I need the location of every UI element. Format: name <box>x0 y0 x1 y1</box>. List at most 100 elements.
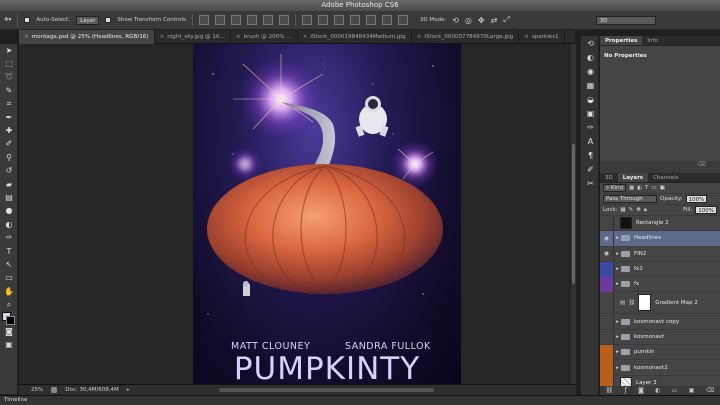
timeline-bar[interactable]: Timeline <box>0 395 720 405</box>
rotate-3d-icon[interactable]: ⟲ <box>452 16 459 25</box>
tab-properties[interactable]: Properties <box>600 36 643 45</box>
layer-row[interactable]: ▤ ⛓ Gradient Map 2 <box>600 291 720 315</box>
close-icon[interactable]: × <box>524 34 529 40</box>
layer-row[interactable]: ◉ ▸ Headlines <box>600 230 720 247</box>
gradient-tool-icon[interactable]: ▤ <box>0 191 18 204</box>
eye-icon[interactable]: ◉ <box>600 230 614 246</box>
delete-layer-icon[interactable]: ⌫ <box>706 387 714 394</box>
distribute-top-icon[interactable] <box>301 15 312 25</box>
visibility-toggle[interactable] <box>600 291 614 314</box>
scroll-thumb[interactable] <box>572 144 575 284</box>
filter-type-icon[interactable]: T <box>645 185 648 191</box>
tool-presets-icon[interactable]: ✂ <box>581 176 600 190</box>
trash-icon[interactable]: ⌫ <box>698 161 706 168</box>
character-icon[interactable]: A <box>581 134 600 148</box>
filter-kind-dropdown[interactable]: ⌕ Kind <box>603 184 626 192</box>
workspace-dropdown[interactable]: 3D <box>595 15 656 25</box>
type-tool-icon[interactable]: T <box>0 245 18 258</box>
close-icon[interactable]: × <box>417 34 422 40</box>
roll-3d-icon[interactable]: ◎ <box>465 16 472 25</box>
quick-mask-icon[interactable]: ◙ <box>0 325 18 338</box>
doc-tab-brush[interactable]: × brush @ 200% ... <box>231 30 298 44</box>
dodge-tool-icon[interactable]: ◐ <box>0 218 18 231</box>
tab-layers[interactable]: Layers <box>617 173 649 182</box>
tab-3d[interactable]: 3D <box>600 173 618 182</box>
healing-brush-tool-icon[interactable]: ✚ <box>0 124 18 137</box>
blend-mode-dropdown[interactable]: Pass Through <box>603 195 657 203</box>
expand-arrow-icon[interactable]: ▸ <box>614 235 621 241</box>
layer-row[interactable]: ▸ kosmonavt copy <box>600 314 720 330</box>
expand-arrow-icon[interactable]: ▸ <box>614 266 621 272</box>
screen-mode-icon[interactable]: ▣ <box>0 339 18 352</box>
status-arrow-icon[interactable]: ▸ <box>127 387 130 393</box>
layer-row[interactable]: ▸ kosmonavt2 <box>600 360 720 376</box>
eyedropper-tool-icon[interactable]: ✒ <box>0 111 18 124</box>
status-menu-icon[interactable] <box>51 387 58 393</box>
zoom-tool-icon[interactable]: ⌕ <box>0 298 18 311</box>
swatches-icon[interactable]: ▦ <box>581 78 600 92</box>
expand-arrow-icon[interactable]: ▸ <box>614 319 621 325</box>
add-mask-icon[interactable]: ◙ <box>638 387 644 394</box>
lasso-tool-icon[interactable]: ➰ <box>0 71 18 84</box>
expand-arrow-icon[interactable]: ▸ <box>614 365 621 371</box>
doc-tab-sparkles[interactable]: × sparkles1 <box>519 30 565 44</box>
fill-field[interactable]: 100% <box>695 206 717 214</box>
color-swatches[interactable] <box>0 312 18 325</box>
lock-image-icon[interactable]: ✎ <box>629 207 634 213</box>
doc-tab-night-sky[interactable]: × night_sky.jpg @ 16... <box>155 30 231 44</box>
distribute-center-icon[interactable] <box>365 15 376 25</box>
distribute-left-icon[interactable] <box>349 15 360 25</box>
styles-icon[interactable]: ▣ <box>581 106 600 120</box>
align-left-icon[interactable] <box>246 15 257 25</box>
quick-select-tool-icon[interactable]: ✎ <box>0 84 18 97</box>
visibility-toggle[interactable] <box>600 261 614 277</box>
visibility-toggle[interactable] <box>600 329 614 345</box>
doc-tab-istock-medium[interactable]: × iStock_000019848434Medium.jpg <box>298 30 412 44</box>
layer-row[interactable]: ▸ pumkin <box>600 344 720 361</box>
layer-row[interactable]: ▸ fx2 <box>600 261 720 278</box>
new-layer-icon[interactable]: ▣ <box>689 387 695 394</box>
distribute-right-icon[interactable] <box>381 15 392 25</box>
filter-adjust-icon[interactable]: ◐ <box>637 185 642 191</box>
pen-tool-icon[interactable]: ✑ <box>0 231 18 244</box>
align-center-icon[interactable] <box>262 15 273 25</box>
brush-presets-icon[interactable]: ✐ <box>581 162 600 176</box>
close-icon[interactable]: × <box>303 34 308 40</box>
eraser-tool-icon[interactable]: ▰ <box>0 178 18 191</box>
layer-style-icon[interactable]: ƒ <box>625 387 627 394</box>
eye-icon[interactable]: ◉ <box>600 246 614 262</box>
distribute-bottom-icon[interactable] <box>333 15 344 25</box>
align-right-icon[interactable] <box>278 15 289 25</box>
filter-pixel-icon[interactable]: ▦ <box>629 185 634 191</box>
opacity-field[interactable]: 100% <box>685 195 708 203</box>
zoom-level[interactable]: 25% <box>31 387 43 393</box>
layer-row[interactable]: ▸ kosmonavt <box>600 329 720 346</box>
document-artwork[interactable]: MATT CLOUNEY SANDRA FULLOK PUMPKINTY <box>193 44 461 384</box>
visibility-toggle[interactable] <box>600 344 614 360</box>
lock-all-icon[interactable]: 🔒︎ <box>644 207 647 214</box>
pan-3d-icon[interactable]: ✥ <box>478 16 485 25</box>
close-icon[interactable]: × <box>160 34 165 40</box>
layer-row[interactable]: ◉ ▸ FIN2 <box>600 246 720 262</box>
navigator-icon[interactable]: ◐ <box>581 50 600 64</box>
canvas-area[interactable]: MATT CLOUNEY SANDRA FULLOK PUMPKINTY <box>19 44 571 384</box>
visibility-toggle[interactable] <box>600 360 614 376</box>
expand-arrow-icon[interactable]: ▸ <box>614 334 621 340</box>
tab-channels[interactable]: Channels <box>648 173 683 182</box>
align-middle-icon[interactable] <box>214 15 225 25</box>
path-selection-tool-icon[interactable]: ↖ <box>0 258 18 271</box>
brush-tool-icon[interactable]: ✐ <box>0 138 18 151</box>
doc-tab-istock-large[interactable]: × iStock_000007784970Large.jpg <box>412 30 520 44</box>
lock-position-icon[interactable]: ✥ <box>636 207 641 213</box>
move-tool-icon[interactable]: ✥▾ <box>4 17 11 23</box>
filter-shape-icon[interactable]: ▭ <box>651 185 656 191</box>
layer-row[interactable]: ▸ fx <box>600 276 720 293</box>
clone-stamp-tool-icon[interactable]: ⚲ <box>0 151 18 164</box>
vertical-scrollbar[interactable] <box>571 44 576 384</box>
move-tool-icon[interactable]: ➤ <box>0 44 18 57</box>
lock-transparent-icon[interactable]: ▦ <box>620 207 625 213</box>
transform-controls-checkbox[interactable] <box>105 17 112 23</box>
color-icon[interactable]: ◉ <box>581 64 600 78</box>
hand-tool-icon[interactable]: ✋ <box>0 285 18 298</box>
align-bottom-icon[interactable] <box>230 15 241 25</box>
